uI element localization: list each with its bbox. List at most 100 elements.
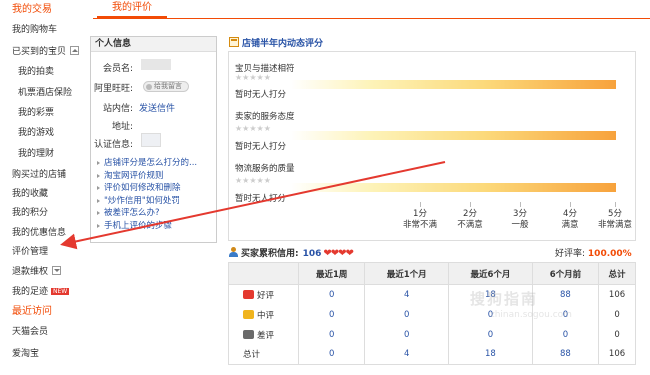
scale-label: 5分 非常满意 xyxy=(590,209,640,231)
table-row: 中评 0 0 0 0 0 xyxy=(228,304,636,325)
table-row: 总计 0 4 18 88 106 xyxy=(228,344,636,365)
table-cell: 106 xyxy=(598,284,636,305)
sidebar-item[interactable]: 机票酒店保险 xyxy=(18,85,72,98)
table-cell[interactable]: 0 xyxy=(448,324,533,345)
scale-desc: 非常满意 xyxy=(597,220,632,230)
expand-icon[interactable] xyxy=(52,266,62,275)
sidebar-item[interactable]: 我的足迹 NEW xyxy=(12,284,70,297)
help-link[interactable]: "炒作信用"如何处罚 xyxy=(104,196,180,206)
sidebar-recent-item[interactable]: 爱淘宝 xyxy=(12,346,39,359)
help-links: 店铺评分是怎么打分的... 淘宝网评价规则 评价如何修改和删除 "炒作信用"如何… xyxy=(97,157,197,232)
rating-type-icon xyxy=(243,309,254,319)
table-cell[interactable]: 0 xyxy=(297,344,366,365)
help-link[interactable]: 店铺评分是怎么打分的... xyxy=(104,158,197,168)
table-header: 最近6个月 xyxy=(448,262,533,285)
table-header: 6个月前 xyxy=(531,262,600,285)
new-badge: NEW xyxy=(51,288,70,295)
good-rate: 好评率: 100.00% xyxy=(555,246,632,259)
table-cell[interactable]: 0 xyxy=(297,284,366,305)
row-label-text: 总计 xyxy=(243,350,261,361)
sidebar-item[interactable]: 我的理财 xyxy=(18,146,54,159)
table-cell[interactable]: 0 xyxy=(531,324,600,345)
help-link[interactable]: 被差评怎么办? xyxy=(104,208,160,218)
scale-label: 2分 不满意 xyxy=(445,209,495,231)
send-mail-link[interactable]: 发送信件 xyxy=(139,101,175,114)
review-stats-table: 最近1周 最近1个月 最近6个月 6个月前 总计 好评 0 4 18 88 106 中评 0 0 0 0 0 差… xyxy=(228,262,636,365)
sidebar-item[interactable]: 退款维权 xyxy=(12,264,62,277)
credit-score[interactable]: 106 xyxy=(303,249,322,259)
rating-bar xyxy=(290,131,616,140)
sidebar-item[interactable]: 我的游戏 xyxy=(18,125,54,138)
sidebar-heading-trade: 我的交易 xyxy=(12,4,52,15)
scale-desc: 非常不满 xyxy=(402,220,437,230)
table-cell[interactable]: 88 xyxy=(531,344,600,365)
certification-label: 认证信息: xyxy=(93,140,133,150)
scale-desc: 满意 xyxy=(561,220,579,230)
watermark: 搜狗指南 xyxy=(470,290,539,308)
help-link[interactable]: 评价如何修改和删除 xyxy=(104,183,181,193)
rating-stars: ★★★★★ xyxy=(235,73,271,82)
shop-rating-heading: 店铺半年内动态评分 xyxy=(229,36,323,49)
rating-status: 暂时无人打分 xyxy=(235,90,287,100)
sidebar-item[interactable]: 我的收藏 xyxy=(12,186,48,199)
tab-underline xyxy=(93,18,650,19)
table-cell[interactable]: 0 xyxy=(364,304,450,325)
table-row: 差评 0 0 0 0 0 xyxy=(228,324,636,345)
sidebar-item[interactable]: 我的优惠信息 xyxy=(12,225,66,238)
table-cell[interactable]: 0 xyxy=(364,324,450,345)
scale-score: 4分 xyxy=(563,209,577,219)
table-cell[interactable]: 18 xyxy=(448,344,533,365)
sidebar-item[interactable]: 我的拍卖 xyxy=(18,64,54,77)
member-name-value xyxy=(141,59,171,70)
wangwang-label: 阿里旺旺: xyxy=(93,84,133,94)
table-row: 好评 0 4 18 88 106 xyxy=(228,284,636,305)
address-label: 地址: xyxy=(111,122,133,132)
sidebar-item-label: 购买过的店铺 xyxy=(12,170,67,180)
sidebar-item-label: 我的优惠信息 xyxy=(12,228,67,238)
rating-status: 暂时无人打分 xyxy=(235,194,287,204)
good-rate-value: 100.00% xyxy=(587,249,632,259)
rating-stars: ★★★★★ xyxy=(235,124,271,133)
sidebar-item[interactable]: 我的积分 xyxy=(12,205,48,218)
sidebar-item-label: 我的理财 xyxy=(18,149,55,159)
row-label-text: 中评 xyxy=(257,310,275,321)
leave-message-button[interactable]: 给我留言 xyxy=(143,81,189,92)
sidebar-item[interactable]: 我的彩票 xyxy=(18,105,54,118)
help-link[interactable]: 淘宝网评价规则 xyxy=(104,171,164,181)
table-cell[interactable]: 4 xyxy=(364,284,450,305)
rating-item-title: 卖家的服务态度 xyxy=(235,112,295,122)
buyer-credit: 买家累积信用: 106 ❤❤❤❤ xyxy=(229,246,354,259)
collapse-icon[interactable] xyxy=(70,46,80,55)
sidebar-item-label: 已买到的宝贝 xyxy=(12,47,67,57)
table-header: 总计 xyxy=(598,262,636,285)
rating-item-title: 物流服务的质量 xyxy=(235,164,295,174)
row-label: 好评 xyxy=(228,284,299,305)
heart-icon: ❤❤❤❤ xyxy=(323,248,353,259)
scale-tick xyxy=(570,202,571,207)
sidebar-item[interactable]: 购买过的店铺 xyxy=(12,167,66,180)
sidebar-item-label: 我的彩票 xyxy=(18,108,55,118)
rating-stars: ★★★★★ xyxy=(235,176,271,185)
sidebar-item[interactable]: 已买到的宝贝 xyxy=(12,44,80,57)
table-cell[interactable]: 0 xyxy=(297,304,366,325)
scale-desc: 一般 xyxy=(511,220,529,230)
sidebar-item-label: 我的拍卖 xyxy=(18,67,55,77)
table-cell[interactable]: 88 xyxy=(531,284,600,305)
shop-rating-title: 店铺半年内动态评分 xyxy=(242,39,324,49)
sidebar-recent-item[interactable]: 天猫会员 xyxy=(12,324,48,337)
buyer-credit-label: 买家累积信用: xyxy=(241,249,299,259)
scale-score: 1分 xyxy=(413,209,427,219)
scale-label: 4分 满意 xyxy=(545,209,595,231)
help-link[interactable]: 手机上评价的步骤 xyxy=(104,221,172,231)
tab-my-reviews[interactable]: 我的评价 xyxy=(97,0,167,18)
sidebar-item-label: 评价管理 xyxy=(12,247,49,257)
table-cell: 0 xyxy=(598,304,636,325)
table-cell[interactable]: 0 xyxy=(297,324,366,345)
member-label: 会员名: xyxy=(102,64,133,74)
table-cell[interactable]: 4 xyxy=(364,344,450,365)
sidebar-item-label: 退款维权 xyxy=(12,267,49,277)
sidebar-item[interactable]: 我的购物车 xyxy=(12,22,57,35)
sidebar-item[interactable]: 评价管理 xyxy=(12,244,48,257)
scale-desc: 不满意 xyxy=(457,220,483,230)
rating-bar xyxy=(290,183,616,192)
